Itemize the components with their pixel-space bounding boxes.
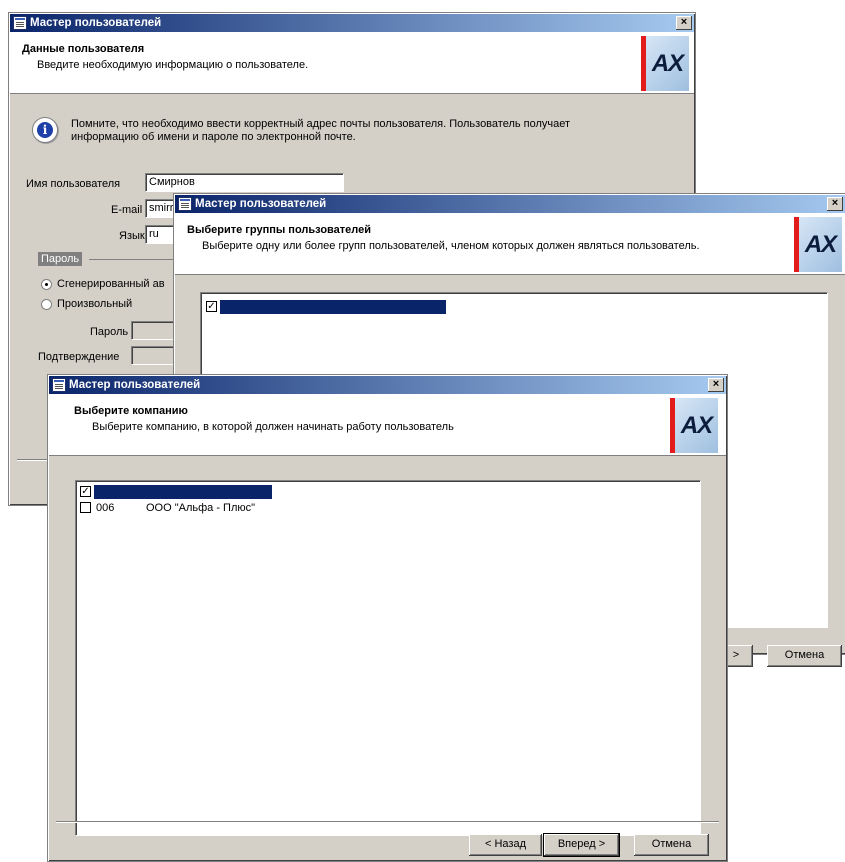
info-text-line-1: Помните, что необходимо ввести корректны…	[71, 118, 571, 130]
email-label: E-mail	[111, 204, 143, 216]
checkbox-checked[interactable]: ✓	[80, 486, 91, 497]
checkbox-unchecked[interactable]	[80, 502, 91, 513]
close-icon[interactable]: ×	[708, 378, 724, 392]
back-button[interactable]: < Назад	[469, 834, 542, 856]
password-group-label: Пароль	[38, 252, 83, 266]
ax-logo: AX	[670, 398, 718, 453]
window-title: Мастер пользователей	[69, 379, 201, 391]
info-icon: i	[32, 117, 58, 143]
radio-custom-label: Произвольный	[57, 298, 133, 310]
title-bar[interactable]: Мастер пользователей ×	[175, 195, 845, 213]
username-value: Смирнов	[149, 176, 195, 188]
group-item-text: АП002 Администраторы ASP клиента	[220, 300, 446, 327]
window-title: Мастер пользователей	[30, 17, 162, 29]
window-icon	[52, 378, 66, 392]
email-value: smirr	[149, 202, 174, 214]
company-code: 006	[96, 502, 115, 514]
confirm-label: Подтверждение	[38, 351, 120, 363]
companies-list[interactable]: ✓ 005 ООО "Альфа - Плюс" 006 ООО "Альфа …	[75, 480, 701, 836]
header-subtitle: Выберите одну или более групп пользовате…	[202, 240, 700, 252]
cancel-button[interactable]: Отмена	[634, 834, 709, 856]
language-label: Язык	[119, 230, 145, 242]
radio-generated[interactable]	[41, 279, 52, 290]
wizard-header: Данные пользователя Введите необходимую …	[10, 32, 694, 94]
radio-custom[interactable]	[41, 299, 52, 310]
close-icon[interactable]: ×	[676, 16, 692, 30]
header-title: Выберите компанию	[74, 405, 188, 417]
email-field[interactable]: smirr	[145, 199, 175, 218]
next-button[interactable]: Вперед >	[543, 833, 620, 857]
header-subtitle: Введите необходимую информацию о пользов…	[37, 59, 309, 71]
header-title: Данные пользователя	[22, 43, 145, 55]
username-label: Имя пользователя	[26, 178, 121, 190]
company-item-text: 005 ООО "Альфа - Плюс"	[94, 485, 272, 526]
title-bar[interactable]: Мастер пользователей ×	[10, 14, 694, 32]
password-label: Пароль	[90, 326, 129, 338]
list-item[interactable]: 006 ООО "Альфа - Плюс"	[80, 501, 280, 515]
title-bar[interactable]: Мастер пользователей ×	[49, 376, 726, 394]
language-field[interactable]: ru	[145, 225, 175, 244]
group-name: Администраторы ASP клиента	[287, 315, 443, 327]
window-icon	[13, 16, 27, 30]
header-subtitle: Выберите компанию, в которой должен начи…	[92, 421, 454, 433]
wizard-window-company: Мастер пользователей × Выберите компанию…	[47, 374, 728, 862]
ax-logo: AX	[794, 217, 842, 272]
list-item[interactable]: ✓ АП002 Администраторы ASP клиента	[206, 300, 456, 327]
footer-separator	[56, 821, 719, 823]
window-title: Мастер пользователей	[195, 198, 327, 210]
company-name: ООО "Альфа - Плюс"	[146, 502, 256, 514]
password-field[interactable]	[131, 321, 175, 340]
confirm-field[interactable]	[131, 346, 175, 365]
info-text-line-2: информацию об имени и пароле по электрон…	[71, 131, 356, 143]
close-icon[interactable]: ×	[827, 197, 843, 211]
ax-logo: AX	[641, 36, 689, 91]
group-code: АП002	[247, 315, 281, 327]
list-item[interactable]: ✓ 005 ООО "Альфа - Плюс"	[80, 485, 280, 526]
password-group-line	[89, 259, 179, 260]
wizard-header: Выберите группы пользователей Выберите о…	[175, 213, 845, 275]
username-field[interactable]: Смирнов	[145, 173, 344, 192]
radio-generated-label: Сгенерированный ав	[57, 278, 165, 290]
company-name: ООО "Альфа - Плюс"	[144, 514, 254, 526]
checkbox-checked[interactable]: ✓	[206, 301, 217, 312]
header-title: Выберите группы пользователей	[187, 224, 372, 236]
cancel-button[interactable]: Отмена	[767, 645, 842, 667]
language-value: ru	[149, 228, 159, 240]
window-icon	[178, 197, 192, 211]
wizard-header: Выберите компанию Выберите компанию, в к…	[49, 394, 726, 456]
